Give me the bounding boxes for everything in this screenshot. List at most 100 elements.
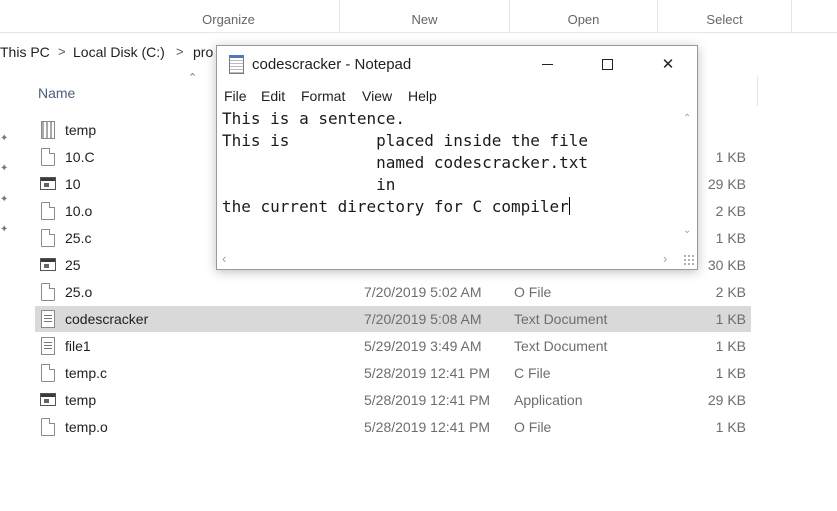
file-name: file1 bbox=[65, 338, 91, 354]
file-date: 5/28/2019 12:41 PM bbox=[364, 419, 491, 435]
file-name: codescracker bbox=[65, 311, 149, 327]
pin-icon: ✦ bbox=[0, 163, 9, 174]
file-size: 1 KB bbox=[715, 230, 746, 246]
file-date: 5/29/2019 3:49 AM bbox=[364, 338, 482, 354]
resize-grip-icon[interactable] bbox=[683, 254, 695, 266]
column-divider[interactable] bbox=[757, 76, 758, 106]
file-row[interactable]: codescracker 7/20/2019 5:08 AM Text Docume… bbox=[35, 306, 751, 332]
ribbon-group-select[interactable]: Select bbox=[658, 0, 792, 33]
ribbon-group-organize[interactable]: Organize bbox=[118, 0, 340, 33]
file-name: 25.o bbox=[65, 284, 93, 300]
text-document-icon bbox=[41, 310, 55, 328]
file-size: 1 KB bbox=[715, 338, 746, 354]
menu-format[interactable]: Format bbox=[301, 88, 345, 104]
menu-help[interactable]: Help bbox=[408, 88, 437, 104]
file-name: 10.C bbox=[65, 149, 95, 165]
breadcrumb-this-pc[interactable]: This PC bbox=[0, 44, 50, 60]
breadcrumb-folder[interactable]: pro bbox=[193, 44, 213, 60]
minimize-button[interactable] bbox=[525, 46, 571, 83]
file-name: temp.o bbox=[65, 419, 108, 435]
pin-icon: ✦ bbox=[0, 133, 9, 144]
horizontal-scrollbar[interactable]: ‹ › bbox=[217, 247, 679, 269]
text-editor[interactable]: This is a sentence. This is placed insid… bbox=[217, 107, 681, 247]
close-icon: ✕ bbox=[661, 56, 675, 73]
menu-view[interactable]: View bbox=[362, 88, 392, 104]
file-size: 1 KB bbox=[715, 419, 746, 435]
text-line: This is a sentence. bbox=[222, 109, 406, 128]
file-date: 7/20/2019 5:08 AM bbox=[364, 311, 482, 327]
text-line-last: the current directory for C compiler bbox=[222, 196, 570, 218]
ribbon-group-label: New bbox=[411, 12, 438, 27]
file-row[interactable]: temp 5/28/2019 12:41 PM Application 29 KB bbox=[35, 387, 751, 413]
file-date: 7/20/2019 5:02 AM bbox=[364, 284, 482, 300]
ribbon-group-open[interactable]: Open bbox=[510, 0, 658, 33]
file-type: Text Document bbox=[514, 311, 608, 327]
file-size: 1 KB bbox=[715, 365, 746, 381]
file-name: temp bbox=[65, 122, 97, 138]
text-line: in bbox=[222, 175, 396, 194]
document-icon bbox=[41, 283, 55, 301]
close-button[interactable]: ✕ bbox=[645, 46, 691, 83]
file-row[interactable]: 25.o 7/20/2019 5:02 AM O File 2 KB bbox=[35, 279, 751, 305]
file-size: 1 KB bbox=[715, 149, 746, 165]
file-size: 2 KB bbox=[715, 203, 746, 219]
ribbon-group-label: Select bbox=[706, 12, 743, 27]
file-type: O File bbox=[514, 419, 552, 435]
ribbon-group-label: Open bbox=[567, 12, 600, 27]
document-icon bbox=[41, 364, 55, 382]
file-type: Application bbox=[514, 392, 583, 408]
maximize-button[interactable] bbox=[585, 46, 631, 83]
document-icon bbox=[41, 418, 55, 436]
text-document-icon bbox=[41, 337, 55, 355]
breadcrumb-separator[interactable]: > bbox=[58, 44, 66, 59]
document-icon bbox=[41, 229, 55, 247]
text-caret bbox=[568, 197, 570, 215]
sort-ascending-icon: ⌃ bbox=[188, 72, 198, 84]
menu-bar: File Edit Format View Help bbox=[217, 83, 697, 107]
document-icon bbox=[41, 202, 55, 220]
pin-icon: ✦ bbox=[0, 224, 9, 235]
column-header-name[interactable]: Name bbox=[38, 85, 75, 101]
scroll-right-icon[interactable]: › bbox=[663, 251, 667, 266]
file-name: 25.c bbox=[65, 230, 92, 246]
ribbon: Organize New Open Select bbox=[0, 0, 837, 33]
scroll-down-icon[interactable]: ⌄ bbox=[683, 225, 691, 236]
window-title: codescracker - Notepad bbox=[252, 56, 412, 73]
scroll-up-icon[interactable]: ⌃ bbox=[683, 113, 691, 124]
breadcrumb-separator[interactable]: > bbox=[176, 44, 184, 59]
scroll-left-icon[interactable]: ‹ bbox=[222, 251, 226, 266]
text-line: named codescracker.txt bbox=[222, 153, 589, 172]
file-size: 2 KB bbox=[715, 284, 746, 300]
file-row[interactable]: temp.o 5/28/2019 12:41 PM O File 1 KB bbox=[35, 414, 751, 440]
document-icon bbox=[41, 148, 55, 166]
application-icon bbox=[40, 258, 56, 271]
vertical-scrollbar[interactable]: ⌃ ⌄ bbox=[679, 107, 697, 247]
ribbon-group-label: Organize bbox=[202, 12, 255, 27]
file-name: temp.c bbox=[65, 365, 108, 381]
file-date: 5/28/2019 12:41 PM bbox=[364, 392, 491, 408]
file-type: Text Document bbox=[514, 338, 608, 354]
pin-icon: ✦ bbox=[0, 194, 9, 205]
minimize-icon bbox=[542, 64, 553, 65]
notepad-window[interactable]: codescracker - Notepad ✕ File Edit Forma… bbox=[216, 45, 698, 270]
ribbon-group-new[interactable]: New bbox=[340, 0, 510, 33]
file-type: C File bbox=[514, 365, 551, 381]
title-bar[interactable]: codescracker - Notepad ✕ bbox=[217, 46, 697, 83]
file-row[interactable]: file1 5/29/2019 3:49 AM Text Document 1 KB bbox=[35, 333, 751, 359]
system-file-icon bbox=[41, 121, 55, 139]
file-name: 10 bbox=[65, 176, 81, 192]
file-name: 25 bbox=[65, 257, 81, 273]
file-size: 29 KB bbox=[707, 176, 746, 192]
notepad-app-icon bbox=[229, 55, 244, 74]
file-size: 29 KB bbox=[707, 392, 746, 408]
breadcrumb-local-disk[interactable]: Local Disk (C:) bbox=[73, 44, 165, 60]
file-type: O File bbox=[514, 284, 552, 300]
file-row[interactable]: temp.c 5/28/2019 12:41 PM C File 1 KB bbox=[35, 360, 751, 386]
file-date: 5/28/2019 12:41 PM bbox=[364, 365, 491, 381]
file-name: 10.o bbox=[65, 203, 93, 219]
menu-file[interactable]: File bbox=[224, 88, 247, 104]
text-line: This is placed inside the file bbox=[222, 131, 589, 150]
application-icon bbox=[40, 393, 56, 406]
file-name: temp bbox=[65, 392, 97, 408]
menu-edit[interactable]: Edit bbox=[261, 88, 285, 104]
